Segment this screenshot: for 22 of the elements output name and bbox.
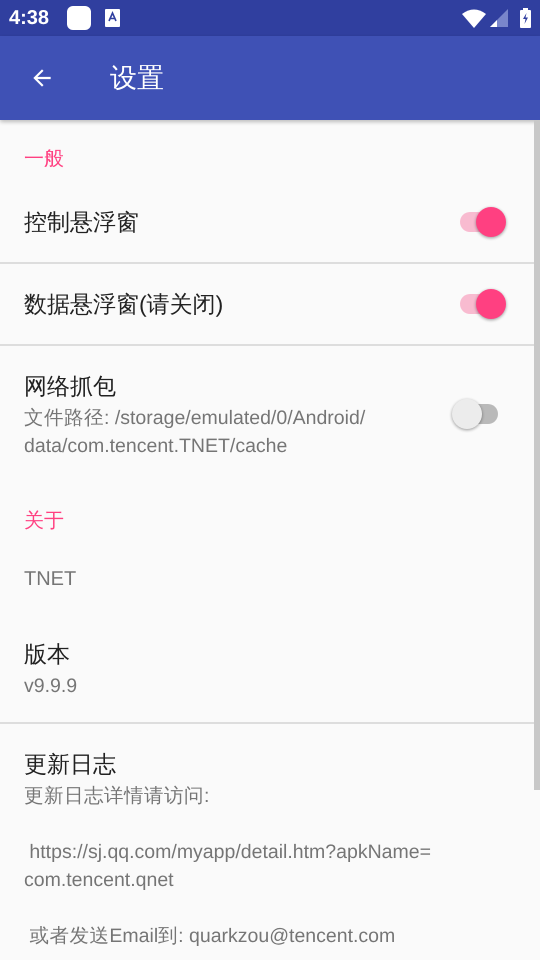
setting-title: 更新日志 (24, 750, 117, 779)
battery-icon (520, 8, 531, 28)
setting-title: 控制悬浮窗 (24, 208, 140, 237)
setting-title: 版本 (24, 640, 71, 669)
screen-title: 设置 (110, 62, 164, 95)
setting-row[interactable]: 更新日志 更新日志详情请访问: https://sj.qq.com/myapp/detail.htm?apkName= com.tencent.qnet 或者发送Email到: quarkzou@tencent.com (0, 724, 534, 960)
signal-icon (490, 9, 508, 27)
keyboard-notification-icon (105, 9, 120, 27)
setting-summary: v9.9.9 (24, 674, 78, 699)
wifi-icon (462, 8, 486, 28)
setting-title: 数据悬浮窗(请关闭) (24, 290, 224, 319)
category-header: 关于 (24, 510, 64, 532)
setting-row[interactable]: 网络抓包 文件路径: /storage/emulated/0/Android/ data/com.tencent.TNET/cache (0, 346, 534, 482)
setting-row[interactable]: 数据悬浮窗(请关闭) (0, 264, 534, 346)
setting-title: 网络抓包 (24, 372, 117, 401)
notification-icon (67, 6, 92, 30)
setting-summary: 更新日志详情请访问: https://sj.qq.com/myapp/detail.htm?apkName= com.tencent.qnet 或者发送Email到: quarkzou@tencent.com (24, 784, 432, 949)
clock: 4:38 (9, 6, 50, 31)
setting-row[interactable]: 控制悬浮窗 (0, 182, 534, 264)
category-header: 一般 (24, 148, 64, 170)
info-text: TNET (24, 568, 76, 590)
setting-summary: 文件路径: /storage/emulated/0/Android/ data/com.tencent.TNET/cache (24, 406, 366, 459)
